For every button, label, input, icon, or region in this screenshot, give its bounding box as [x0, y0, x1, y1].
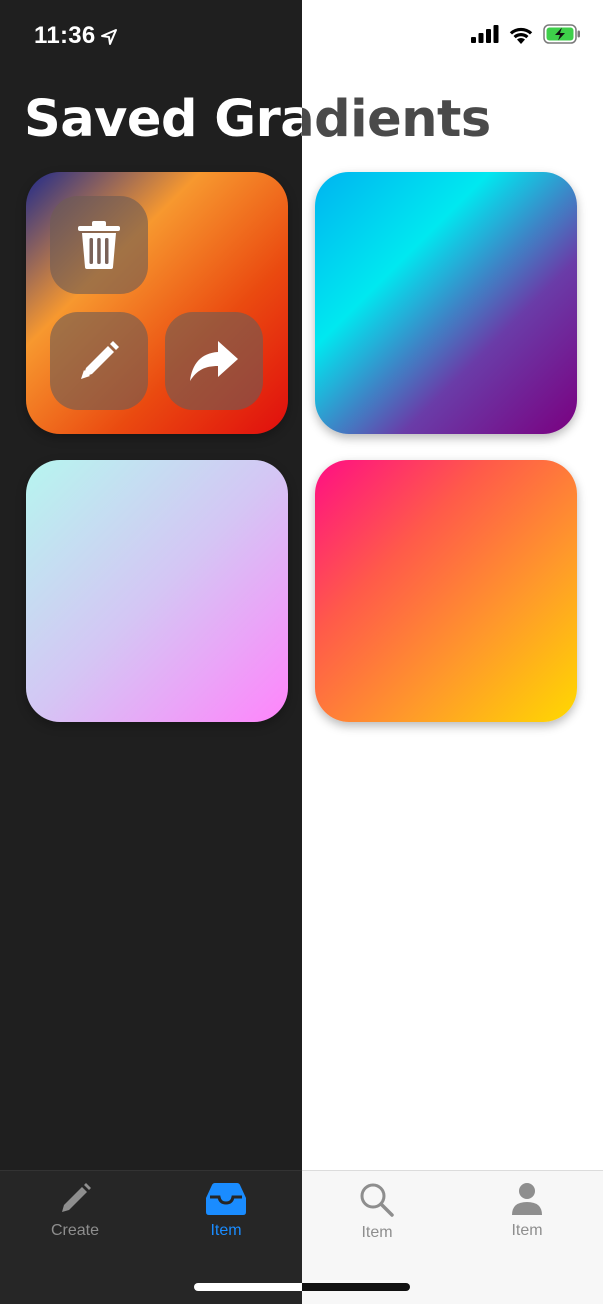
cellular-signal-icon: [471, 25, 499, 43]
tab-item-inbox[interactable]: Item: [151, 1182, 301, 1252]
battery-charging-icon: [543, 24, 580, 44]
tab-item-profile[interactable]: Item: [452, 1182, 602, 1252]
gradient-tile-2[interactable]: [315, 172, 577, 434]
tab-item-label: Item: [361, 1224, 393, 1241]
delete-button[interactable]: [50, 196, 148, 294]
share-arrow-icon: [190, 341, 238, 381]
status-time: 11:36: [34, 22, 96, 49]
trash-icon: [78, 221, 120, 269]
share-button[interactable]: [165, 312, 263, 410]
tab-create[interactable]: Create: [0, 1182, 150, 1252]
pencil-icon: [62, 1183, 91, 1212]
pencil-icon: [81, 341, 119, 379]
tab-create-label: Create: [50, 1222, 100, 1239]
wifi-icon: [509, 27, 533, 44]
home-indicator-right: [302, 1283, 410, 1291]
search-icon: [360, 1183, 394, 1217]
location-arrow-icon: [101, 29, 117, 45]
gradient-tile-3[interactable]: [26, 460, 288, 722]
inbox-tray-icon: [206, 1183, 246, 1215]
gradient-tile-4[interactable]: [315, 460, 577, 722]
tab-item-search[interactable]: Item: [302, 1182, 452, 1252]
person-icon: [512, 1183, 542, 1215]
status-indicators: [471, 24, 581, 44]
home-indicator-left: [194, 1283, 302, 1291]
edit-button[interactable]: [50, 312, 148, 410]
page-title: Saved Gradients: [24, 90, 302, 149]
gradient-tile-1[interactable]: [26, 172, 288, 434]
tab-item-label: Item: [210, 1222, 242, 1239]
tab-item-label: Item: [511, 1222, 543, 1239]
app-screen: 11:36 Saved Gradients Saved Gradients: [0, 0, 603, 1304]
page-title-light: Saved Gradients: [24, 90, 302, 150]
page-title-overlay: Saved Gradients: [302, 90, 491, 149]
page-title-dark: Saved Gradients: [302, 90, 603, 150]
